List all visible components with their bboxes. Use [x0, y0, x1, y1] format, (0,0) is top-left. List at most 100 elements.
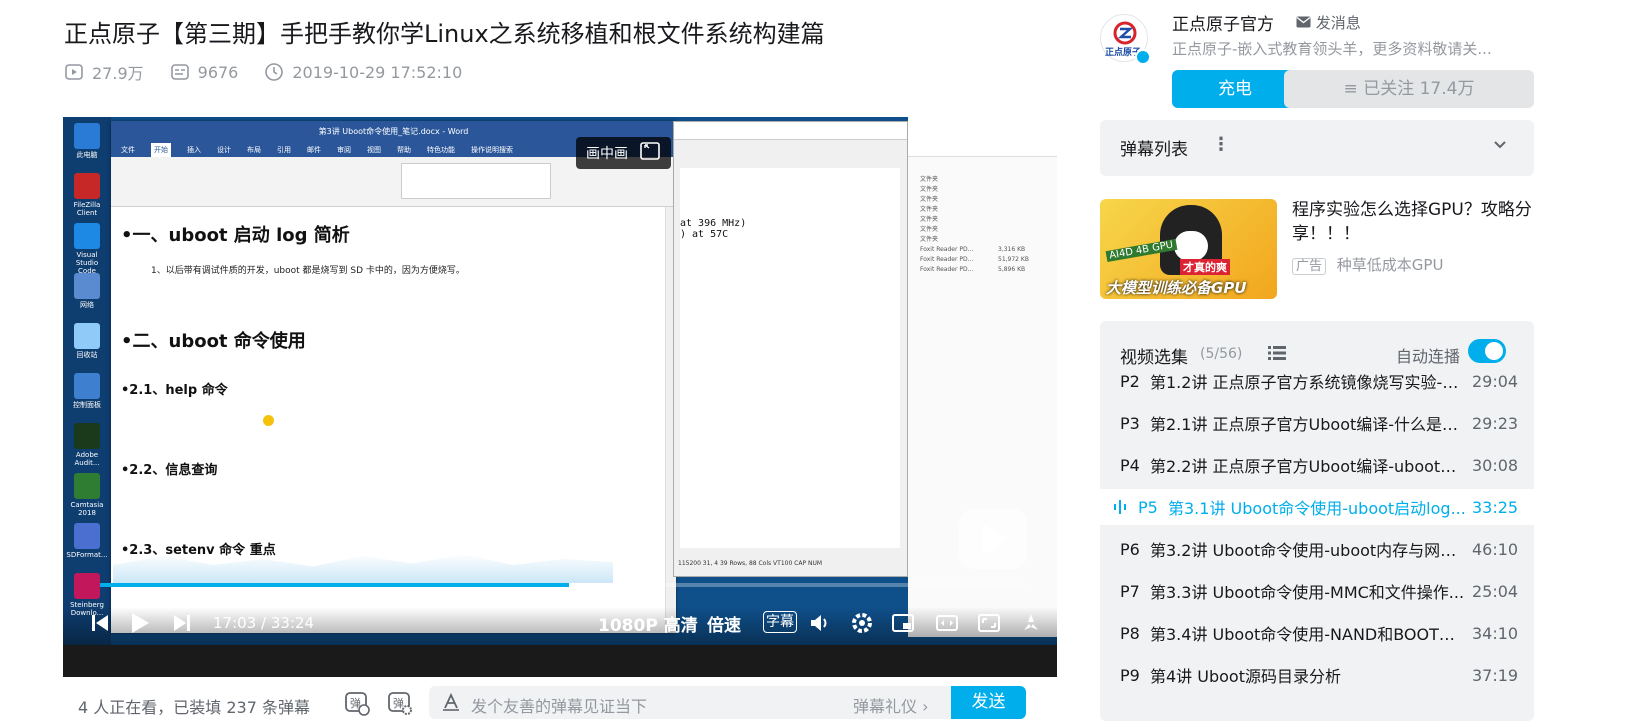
danmaku-list-panel[interactable]: 弹幕列表 ⋮	[1100, 120, 1534, 176]
follow-button[interactable]: ≡ 已关注 17.4万	[1284, 70, 1534, 108]
playlist-item-duration: 30:08	[1472, 455, 1519, 475]
playlist-item[interactable]: P4 第2.2讲 正点原子官方Uboot编译-uboot初... 30:08	[1100, 447, 1534, 483]
uploader-name[interactable]: 正点原子官方	[1172, 10, 1274, 35]
subtitle-button[interactable]: 字幕	[763, 611, 797, 633]
doc-heading-3c: •2.3、setenv 命令 重点	[121, 543, 276, 558]
desktop-icon: 回收站	[69, 323, 105, 359]
playlist-item-number: P7	[1120, 581, 1140, 601]
playlist-item-number: P2	[1120, 371, 1140, 391]
play-icon[interactable]	[129, 611, 151, 640]
font-style-icon[interactable]	[441, 692, 461, 716]
desktop-icon: 网络	[69, 273, 105, 309]
send-message-label: 发消息	[1315, 14, 1361, 32]
send-button[interactable]: 发送	[951, 686, 1026, 719]
play-count-icon	[64, 62, 84, 82]
send-message-link[interactable]: 发消息	[1296, 12, 1361, 33]
next-icon[interactable]	[173, 613, 191, 638]
more-icon[interactable]: ⋮	[1212, 134, 1230, 155]
desktop-icon-label: Adobe Audit...	[74, 451, 100, 467]
time-total: 33:24	[270, 614, 315, 632]
playlist-item[interactable]: P9 第4讲 Uboot源码目录分析 37:19	[1100, 657, 1534, 693]
playlist-item-duration: 29:23	[1472, 413, 1519, 433]
ad-img-caption-2: 大模型训练必备GPU	[1106, 279, 1247, 297]
time-display: 17:03 / 33:24	[213, 601, 314, 645]
word-tab: 操作说明搜索	[471, 146, 513, 154]
doc-heading-3b: •2.2、信息查询	[121, 463, 218, 478]
big-play-icon[interactable]	[959, 509, 1027, 569]
danmaku-toggle-icon[interactable]: 弹	[344, 690, 370, 720]
playlist-item-title: 第1.2讲 正点原子官方系统镜像烧写实验-U...	[1150, 373, 1470, 392]
danmaku-bar: 4 人正在看，已装填 237 条弹幕 弹 弹 发个友善的弹幕见证当下 弹幕礼仪 …	[64, 686, 1058, 719]
terminal-output: at 396 MHz) ) at 57C	[680, 168, 900, 548]
video-player[interactable]: 第3讲 Uboot命令使用_笔记.docx - Word 文件 开始 插入 设计 布局引…	[63, 117, 1057, 677]
terminal-status: 115200 31, 4 39 Rows, 88 Cols VT100 CAP …	[678, 560, 823, 567]
playlist-item-duration: 25:04	[1472, 581, 1519, 601]
danmaku-settings-icon[interactable]: 弹	[387, 690, 413, 720]
mini-window-icon[interactable]	[891, 611, 915, 640]
playlist-count: (5/56)	[1200, 346, 1243, 362]
desktop-icon: Camtasia 2018	[69, 473, 105, 517]
playlist-item-number: P9	[1120, 665, 1140, 685]
desktop-icon: SDFormat...	[66, 523, 108, 559]
playlist-item[interactable]: P3 第2.1讲 正点原子官方Uboot编译-什么是u... 29:23	[1100, 405, 1534, 441]
ad-title[interactable]: 程序实验怎么选择GPU？攻略分享！！！	[1292, 198, 1542, 246]
explorer-file-row: 文件夹	[920, 216, 939, 223]
ad-thumbnail[interactable]: AI4D 4B GPU 才真的爽 大模型训练必备GPU	[1100, 199, 1277, 299]
playlist-item-title: 第4讲 Uboot源码目录分析	[1150, 667, 1341, 686]
playlist-item[interactable]: P8 第3.4讲 Uboot命令使用-NAND和BOOT命令 34:10	[1100, 615, 1534, 651]
playlist-item[interactable]: P7 第3.3讲 Uboot命令使用-MMC和文件操作... 25:04	[1100, 573, 1534, 609]
progress-fill	[93, 583, 570, 587]
quality-button[interactable]: 1080P 高清	[598, 611, 698, 636]
desktop-icon-label: SDFormat...	[66, 551, 108, 559]
charge-button[interactable]: 充电	[1172, 70, 1298, 108]
list-view-icon[interactable]	[1268, 345, 1286, 365]
playlist-item[interactable]: P5 第3.1讲 Uboot命令使用-uboot启动log... 33:25	[1100, 489, 1534, 525]
uploader-description: 正点原子-嵌入式教育领头羊，更多资料敬请关...	[1172, 40, 1492, 58]
cursor-highlight	[263, 415, 274, 426]
danmaku-list-label: 弹幕列表	[1120, 140, 1188, 160]
explorer-file-size: 3,316 KB	[998, 246, 1026, 253]
svg-text:弹: 弹	[393, 696, 404, 710]
pip-button[interactable]: 画中画	[576, 137, 671, 169]
autoplay-toggle[interactable]	[1468, 339, 1506, 363]
pip-icon	[640, 142, 660, 164]
date-stat: 2019-10-29 17:52:10	[264, 62, 462, 82]
playlist-item-number: P8	[1120, 623, 1140, 643]
pip-label: 画中画	[586, 146, 628, 162]
views-stat: 27.9万	[64, 60, 144, 84]
windows-taskbar	[63, 645, 1057, 677]
widescreen-icon[interactable]	[935, 611, 959, 640]
word-tab: 插入	[187, 146, 201, 154]
views-count: 27.9万	[92, 64, 144, 83]
explorer-file-row: 文件夹	[920, 226, 939, 233]
desktop-icon-label: Camtasia 2018	[70, 501, 104, 517]
playlist-item-duration: 34:10	[1472, 623, 1519, 643]
playlist-item-number: P5	[1138, 497, 1158, 517]
playlist-item-duration: 33:25	[1472, 497, 1519, 517]
speed-button[interactable]: 倍速	[707, 611, 741, 636]
playlist-item[interactable]: P2 第1.2讲 正点原子官方系统镜像烧写实验-U... 29:04	[1100, 363, 1534, 399]
settings-gear-icon[interactable]	[850, 611, 874, 640]
word-tab: 帮助	[397, 146, 411, 154]
danmaku-etiquette-link[interactable]: 弹幕礼仪 ›	[853, 693, 929, 717]
playlist-item-number: P4	[1120, 455, 1140, 475]
danmaku-input[interactable]: 发个友善的弹幕见证当下 弹幕礼仪 ›	[429, 686, 951, 719]
explorer-file-row: 文件夹	[920, 186, 939, 193]
fullscreen-icon[interactable]	[1019, 611, 1043, 640]
terminal-line-1: at 396 MHz)	[680, 218, 747, 229]
video-title: 正点原子【第三期】手把手教你学Linux之系统移植和根文件系统构建篇	[64, 20, 825, 48]
playlist-item-title: 第3.2讲 Uboot命令使用-uboot内存与网络...	[1150, 541, 1472, 560]
playlist-item[interactable]: P6 第3.2讲 Uboot命令使用-uboot内存与网络... 46:10	[1100, 531, 1534, 567]
explorer-toolbar	[908, 117, 1057, 157]
danmaku-stat: 9676	[170, 62, 238, 82]
playlist-item-duration: 37:19	[1472, 665, 1519, 685]
volume-icon[interactable]	[808, 611, 832, 640]
avatar[interactable]: 正点原子	[1100, 14, 1151, 65]
doc-heading-1: •一、uboot 启动 log 简析	[121, 225, 350, 246]
word-tab: 特色功能	[427, 146, 455, 154]
chevron-down-icon[interactable]	[1492, 136, 1508, 156]
web-fullscreen-icon[interactable]	[977, 611, 1001, 640]
desktop-icon: Steinberg Downlo...	[69, 573, 105, 617]
doc-heading-3a: •2.1、help 命令	[121, 383, 228, 398]
viewer-count: 4 人正在看，已装填 237 条弹幕	[78, 698, 310, 717]
